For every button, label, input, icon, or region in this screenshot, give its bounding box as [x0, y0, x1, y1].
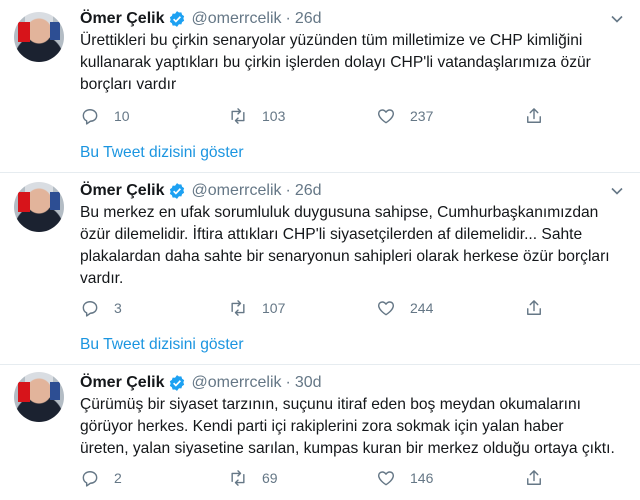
tweet[interactable]: Ömer Çelik @omerrcelik · 26d Bu merkez e… [0, 172, 640, 332]
tweet-text: Ürettikleri bu çirkin senaryolar yüzünde… [80, 30, 632, 96]
tweet-text-line: Bu merkez en ufak sorumluluk duygusuna s… [80, 204, 599, 221]
reply-button[interactable]: 3 [80, 298, 228, 318]
reply-icon [82, 301, 98, 317]
chevron-down-icon[interactable] [610, 184, 624, 198]
tweet-text: Çürümüş bir siyaset tarzının, suçunu iti… [80, 394, 632, 460]
heart-icon [378, 301, 394, 316]
separator-dot: · [285, 374, 291, 391]
share-button[interactable] [524, 298, 544, 318]
share-button[interactable] [524, 106, 544, 126]
retweet-button[interactable]: 69 [228, 468, 376, 488]
reply-button[interactable]: 10 [80, 106, 228, 126]
like-button[interactable]: 244 [376, 298, 524, 318]
author-name[interactable]: Ömer Çelik [80, 182, 164, 200]
tweet-text-line: Ürettikleri bu çirkin senaryolar yüzünde… [80, 32, 583, 49]
tweet-text-line: üreten, yalan siyasetine sarılan, kumpas… [80, 440, 615, 457]
chevron-down-icon[interactable] [610, 12, 624, 26]
reply-icon [82, 109, 98, 125]
tweet-text: Bu merkez en ufak sorumluluk duygusuna s… [80, 202, 632, 290]
timestamp[interactable]: 26d [295, 10, 322, 28]
avatar[interactable] [14, 182, 64, 232]
tweet-text-line: vardır. [80, 270, 124, 287]
avatar[interactable] [14, 12, 64, 62]
tweet-text-line: kullanarak yaptıkları bu çirkin işlerden… [80, 54, 591, 71]
retweet-count: 103 [262, 108, 286, 124]
like-button[interactable]: 237 [376, 106, 524, 126]
separator-dot: · [285, 10, 291, 27]
author-handle[interactable]: @omerrcelik [191, 10, 281, 28]
reply-button[interactable]: 2 [80, 468, 228, 488]
show-thread-link[interactable]: Bu Tweet dizisini göster [80, 144, 244, 162]
retweet-count: 107 [262, 300, 286, 316]
tweet[interactable]: Ömer Çelik @omerrcelik · 26d Ürettikleri… [0, 0, 640, 140]
separator-dot: · [285, 182, 291, 199]
heart-icon [378, 109, 394, 124]
author-name[interactable]: Ömer Çelik [80, 10, 164, 28]
retweet-icon [231, 300, 245, 316]
reply-count: 10 [114, 108, 130, 124]
retweet-button[interactable]: 107 [228, 298, 376, 318]
like-count: 146 [410, 470, 434, 486]
tweet-text-line: borçları vardır [80, 76, 177, 93]
tweet-text-line: plakalardan daha sahte bir senaryonun sa… [80, 248, 610, 265]
reply-count: 3 [114, 300, 122, 316]
verified-badge-icon [170, 11, 185, 27]
verified-badge-icon [170, 375, 185, 391]
share-icon [527, 108, 541, 123]
author-handle[interactable]: @omerrcelik [191, 374, 281, 392]
heart-icon [378, 471, 394, 486]
retweet-icon [231, 470, 245, 486]
like-count: 237 [410, 108, 434, 124]
author-name[interactable]: Ömer Çelik [80, 374, 164, 392]
verified-badge-icon [170, 183, 185, 199]
share-icon [527, 470, 541, 485]
tweet-feed: Ömer Çelik @omerrcelik · 26d Ürettikleri… [0, 0, 640, 500]
tweet[interactable]: Ömer Çelik @omerrcelik · 30d Çürümüş bir… [0, 364, 640, 500]
reply-count: 2 [114, 470, 122, 486]
like-count: 244 [410, 300, 434, 316]
retweet-button[interactable]: 103 [228, 106, 376, 126]
avatar[interactable] [14, 372, 64, 422]
tweet-text-line: özür dilemelidir. İftira attıkları CHP'l… [80, 226, 583, 243]
reply-icon [82, 471, 98, 487]
like-button[interactable]: 146 [376, 468, 524, 488]
share-button[interactable] [524, 468, 544, 488]
retweet-count: 69 [262, 470, 278, 486]
retweet-icon [231, 108, 245, 124]
show-thread-link[interactable]: Bu Tweet dizisini göster [80, 336, 244, 354]
timestamp[interactable]: 30d [295, 374, 322, 392]
share-icon [527, 300, 541, 315]
author-handle[interactable]: @omerrcelik [191, 182, 281, 200]
tweet-text-line: Çürümüş bir siyaset tarzının, suçunu iti… [80, 396, 581, 413]
timestamp[interactable]: 26d [295, 182, 322, 200]
tweet-text-line: görüyor herkes. Kendi parti içi rakipler… [80, 418, 564, 435]
